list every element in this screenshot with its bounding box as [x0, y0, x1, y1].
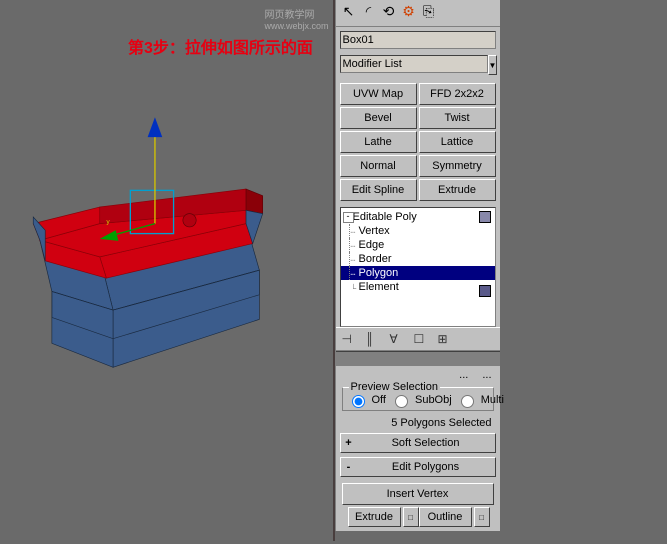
extrude-settings-button[interactable]: □: [403, 507, 419, 527]
stack-element[interactable]: └Element: [341, 280, 495, 294]
radio-off[interactable]: [352, 395, 365, 408]
lattice-button[interactable]: Lattice: [419, 131, 496, 153]
symmetry-button[interactable]: Symmetry: [419, 155, 496, 177]
preview-title: Preview Selection: [349, 381, 440, 393]
show-icon[interactable]: ║: [366, 332, 380, 346]
twist-button[interactable]: Twist: [419, 107, 496, 129]
watermark: 网页教学网 www.webjx.com: [264, 6, 328, 32]
chevron-down-icon[interactable]: ▼: [488, 55, 498, 75]
preview-selection-group: Preview Selection Off SubObj Multi: [342, 387, 494, 411]
scale-icon[interactable]: ⚙: [400, 2, 418, 20]
uvw-map-button[interactable]: UVW Map: [340, 83, 417, 105]
viewport[interactable]: 第3步：拉伸如图所示的面 网页教学网 www.webjx.com: [0, 0, 335, 541]
arc-icon[interactable]: ◜: [360, 2, 378, 20]
step-annotation: 第3步：拉伸如图所示的面: [128, 34, 313, 58]
normal-button[interactable]: Normal: [340, 155, 417, 177]
insert-vertex-button[interactable]: Insert Vertex: [342, 483, 494, 505]
cursor-icon[interactable]: ↖: [340, 2, 358, 20]
stack-polygon[interactable]: ┄Polygon: [341, 266, 495, 280]
stack-border[interactable]: ┄Border: [341, 252, 495, 266]
minus-icon[interactable]: -: [343, 212, 354, 223]
outline-button[interactable]: Outline: [419, 507, 472, 527]
lathe-button[interactable]: Lathe: [340, 131, 417, 153]
extrude-poly-button[interactable]: Extrude: [348, 507, 401, 527]
pin-icon[interactable]: ⊣: [342, 332, 356, 346]
radio-multi[interactable]: [461, 395, 474, 408]
unique-icon[interactable]: ∀: [390, 332, 404, 346]
delete-icon[interactable]: ☐: [414, 332, 428, 346]
rotate-icon[interactable]: ⟲: [380, 2, 398, 20]
bevel-button[interactable]: Bevel: [340, 107, 417, 129]
stack-editable-poly[interactable]: - Editable Poly: [341, 210, 495, 224]
config-icon[interactable]: ⊞: [438, 332, 452, 346]
modifier-button-grid: UVW Map FFD 2x2x2 Bevel Twist Lathe Latt…: [340, 83, 496, 201]
link-icon[interactable]: ⎘: [420, 2, 438, 20]
rollout-edit-polygons[interactable]: - Edit Polygons: [340, 457, 496, 477]
3d-scene: y: [0, 0, 333, 541]
selection-status: 5 Polygons Selected: [336, 413, 500, 431]
outline-settings-button[interactable]: □: [474, 507, 490, 527]
panel-toolbar: ↖ ◜ ⟲ ⚙ ⎘: [336, 0, 500, 27]
modifier-stack[interactable]: - Editable Poly ┄Vertex ┄Edge ┄Border ┄P…: [340, 207, 496, 327]
rollout-soft-selection[interactable]: + Soft Selection: [340, 433, 496, 453]
ffd-button[interactable]: FFD 2x2x2: [419, 83, 496, 105]
stack-vertex[interactable]: ┄Vertex: [341, 224, 495, 238]
object-name-input[interactable]: [340, 31, 496, 49]
edit-spline-button[interactable]: Edit Spline: [340, 179, 417, 201]
modifier-list-dropdown[interactable]: ▼: [340, 55, 496, 75]
radio-subobj[interactable]: [395, 395, 408, 408]
stack-tool-row: ⊣ ║ ∀ ☐ ⊞: [336, 327, 500, 351]
extrude-button[interactable]: Extrude: [419, 179, 496, 201]
command-panel: ↖ ◜ ⟲ ⚙ ⎘ ▼ UVW Map FFD 2x2x2 Bevel Twis…: [335, 0, 500, 531]
stack-edge[interactable]: ┄Edge: [341, 238, 495, 252]
